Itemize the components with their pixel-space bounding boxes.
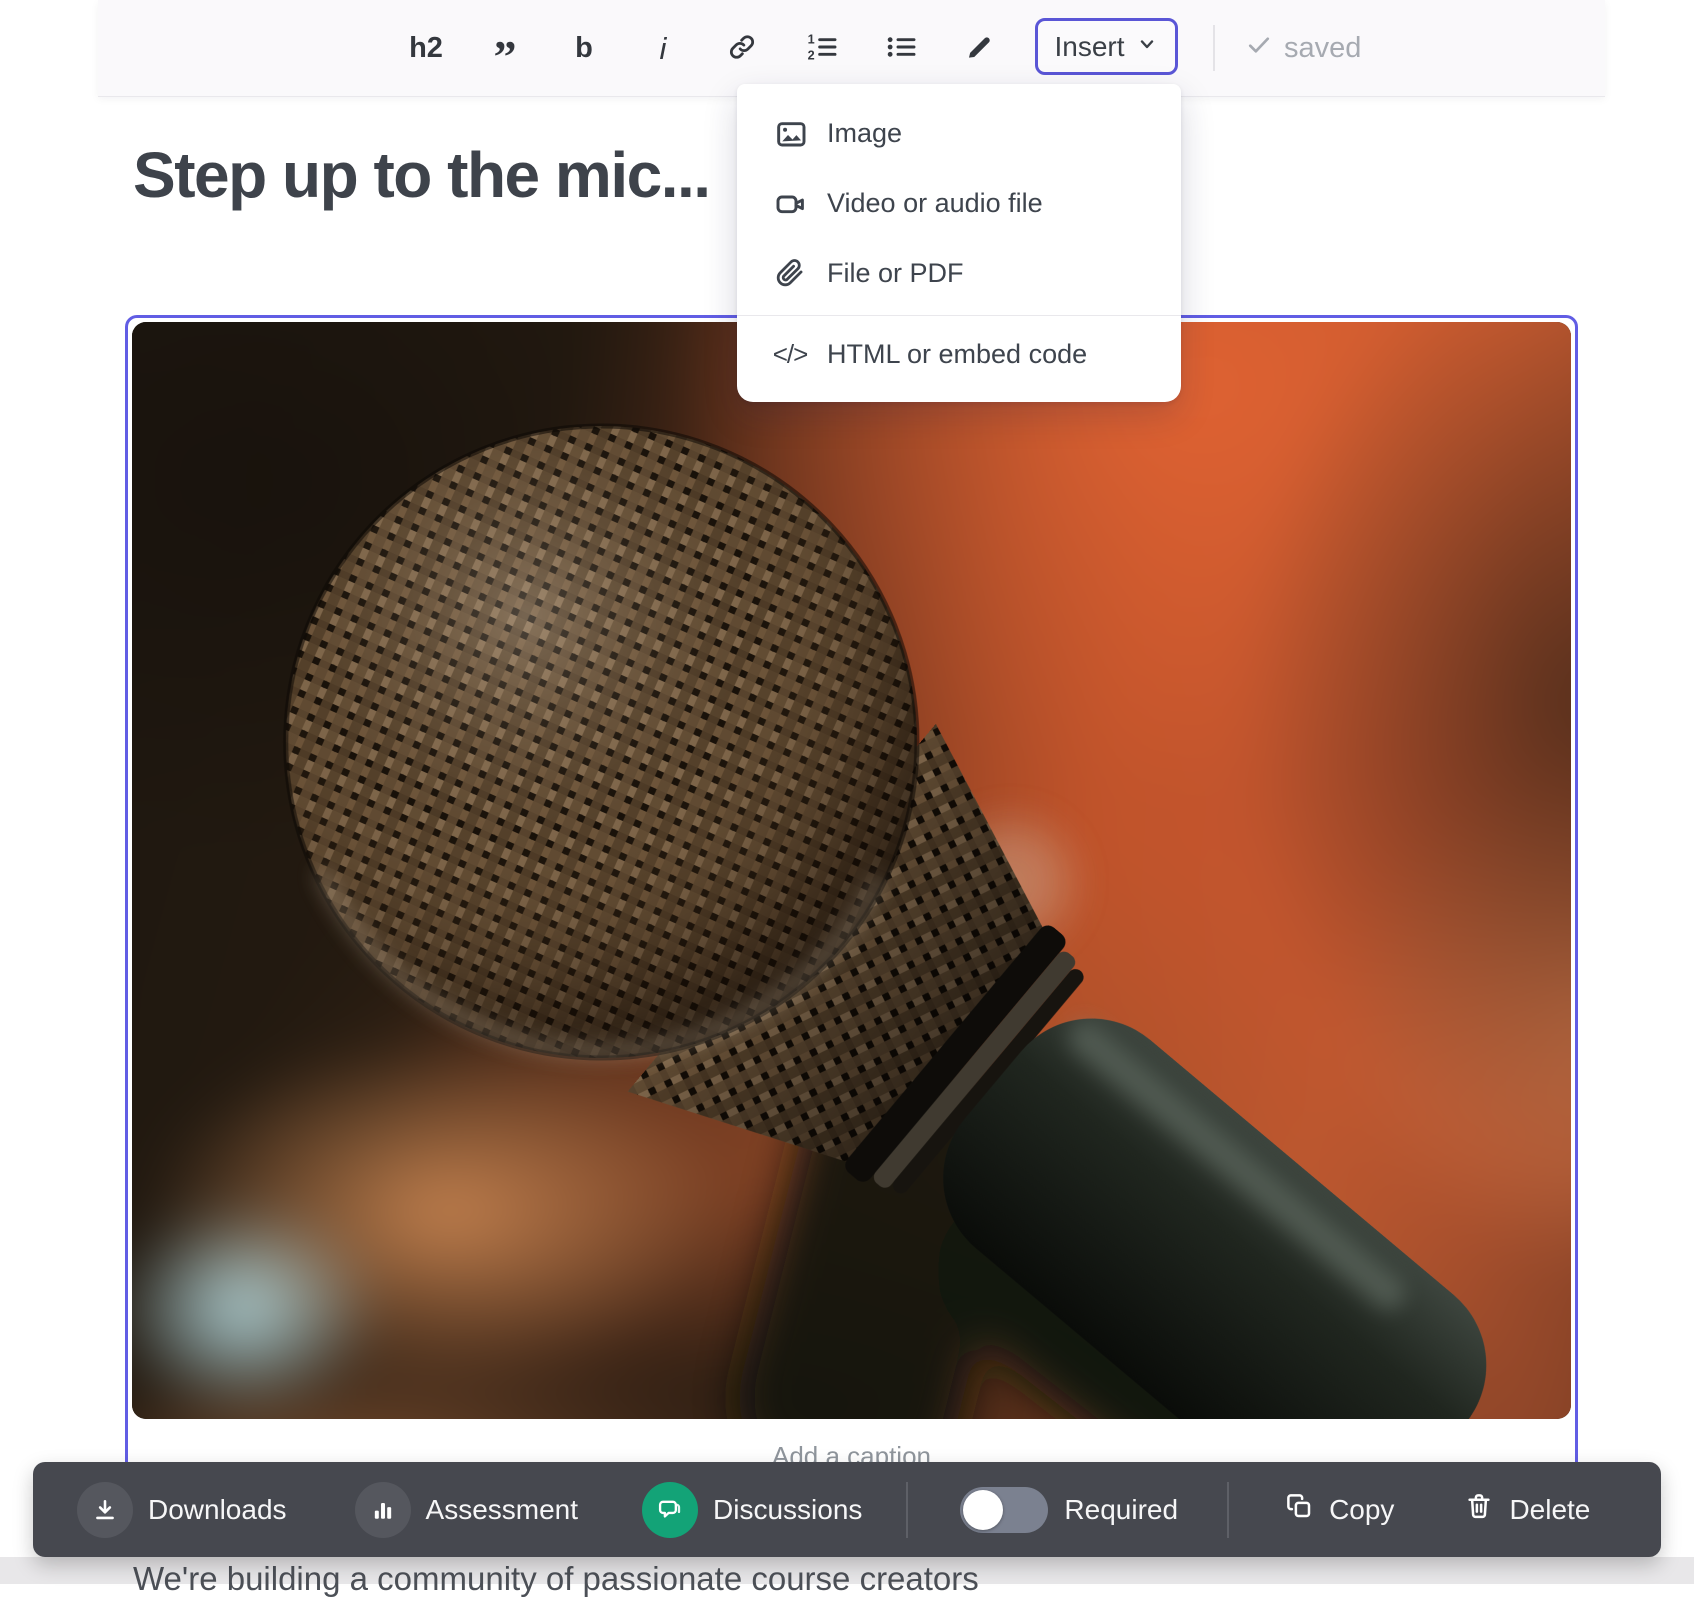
microphone-photo: [132, 322, 1571, 1419]
lesson-action-bar: Downloads Assessment Discussions Require…: [33, 1462, 1661, 1557]
assessment-button[interactable]: Assessment: [355, 1482, 579, 1538]
toggle-track[interactable]: [960, 1487, 1048, 1533]
editor-toolbar: h2 ” b i 1 2: [98, 0, 1605, 96]
link-button[interactable]: [720, 26, 764, 70]
copy-button[interactable]: Copy: [1284, 1491, 1394, 1528]
bar-chart-icon: [355, 1482, 411, 1538]
discussions-label: Discussions: [713, 1494, 862, 1526]
highlighter-button[interactable]: [957, 26, 1001, 70]
svg-text:1: 1: [808, 32, 815, 46]
blockquote-button[interactable]: ”: [483, 26, 527, 70]
menu-item-label: Image: [827, 118, 902, 149]
bullet-list-icon: [884, 31, 916, 66]
heading-2-icon: h2: [409, 34, 443, 63]
bullet-list-button[interactable]: [878, 26, 922, 70]
save-status: saved: [1245, 30, 1361, 66]
required-toggle[interactable]: Required: [960, 1487, 1178, 1533]
italic-icon: i: [660, 33, 667, 64]
link-icon: [727, 32, 757, 65]
chevron-down-icon: [1135, 31, 1159, 63]
discussions-icon: [642, 1482, 698, 1538]
action-bar-divider: [1227, 1482, 1229, 1538]
menu-item-embed[interactable]: </> HTML or embed code: [737, 316, 1181, 392]
trash-icon: [1464, 1491, 1494, 1528]
copy-icon: [1284, 1491, 1314, 1528]
next-block-preview: We're building a community of passionate…: [0, 1557, 1694, 1584]
quote-icon: ”: [494, 48, 517, 66]
downloads-label: Downloads: [148, 1494, 287, 1526]
code-icon: </>: [773, 339, 807, 370]
pencil-icon: [964, 32, 994, 65]
download-icon: [77, 1482, 133, 1538]
toggle-knob: [963, 1490, 1003, 1530]
check-icon: [1245, 30, 1273, 66]
image-block[interactable]: Add a caption: [125, 315, 1578, 1521]
italic-button[interactable]: i: [641, 26, 685, 70]
toolbar-divider: [1213, 25, 1215, 71]
menu-item-image[interactable]: Image: [737, 98, 1181, 168]
video-icon: [773, 187, 807, 219]
ordered-list-button[interactable]: 1 2: [799, 26, 843, 70]
insert-button[interactable]: Insert: [1035, 18, 1178, 75]
assessment-label: Assessment: [426, 1494, 579, 1526]
ordered-list-icon: 1 2: [805, 31, 837, 66]
menu-item-label: HTML or embed code: [827, 339, 1087, 370]
save-status-label: saved: [1284, 32, 1361, 65]
page-title[interactable]: Step up to the mic...: [133, 138, 710, 212]
menu-item-file[interactable]: File or PDF: [737, 238, 1181, 308]
menu-item-label: File or PDF: [827, 258, 964, 289]
copy-label: Copy: [1329, 1494, 1394, 1526]
downloads-button[interactable]: Downloads: [77, 1482, 287, 1538]
svg-text:2: 2: [808, 48, 815, 62]
heading-2-button[interactable]: h2: [404, 26, 448, 70]
menu-item-video[interactable]: Video or audio file: [737, 168, 1181, 238]
next-block-text: We're building a community of passionate…: [133, 1560, 979, 1598]
action-bar-divider: [906, 1482, 908, 1538]
menu-item-label: Video or audio file: [827, 188, 1043, 219]
paperclip-icon: [773, 257, 807, 289]
insert-button-label: Insert: [1054, 31, 1124, 63]
required-label: Required: [1064, 1494, 1178, 1526]
bold-icon: b: [575, 34, 593, 63]
delete-label: Delete: [1509, 1494, 1590, 1526]
microphone-illustration: [132, 322, 1571, 1419]
image-icon: [773, 117, 807, 149]
insert-menu: Image Video or audio file File or PDF </…: [737, 84, 1181, 402]
delete-button[interactable]: Delete: [1464, 1491, 1590, 1528]
discussions-button[interactable]: Discussions: [642, 1482, 862, 1538]
bold-button[interactable]: b: [562, 26, 606, 70]
